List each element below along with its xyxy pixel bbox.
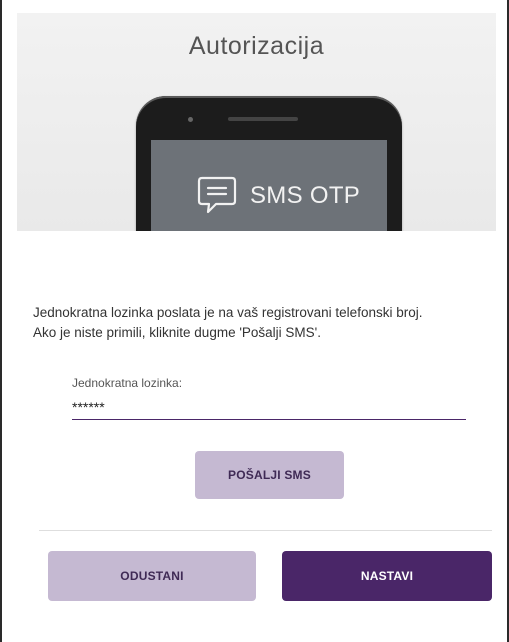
otp-field-label: Jednokratna lozinka:: [72, 376, 183, 390]
divider: [39, 530, 492, 531]
info-line-2: Ako je niste primili, kliknite dugme 'Po…: [33, 325, 322, 340]
phone-illustration: SMS OTP: [136, 96, 402, 231]
dialog-frame: Autorizacija SMS OTP Jednokratna lozinka…: [0, 0, 509, 642]
page-title: Autorizacija: [188, 32, 325, 60]
send-sms-button[interactable]: POŠALJI SMS: [195, 451, 344, 499]
phone-camera: [188, 117, 193, 122]
sms-otp-label: SMS OTP: [250, 182, 361, 209]
info-message: Jednokratna lozinka poslata je na vaš re…: [33, 303, 493, 343]
phone-screen: SMS OTP: [151, 140, 387, 231]
info-line-1: Jednokratna lozinka poslata je na vaš re…: [33, 305, 423, 320]
header-banner: Autorizacija SMS OTP: [17, 13, 496, 231]
phone-speaker: [228, 117, 298, 121]
otp-input[interactable]: [72, 394, 466, 420]
cancel-button[interactable]: ODUSTANI: [48, 551, 256, 601]
continue-button[interactable]: NASTAVI: [282, 551, 492, 601]
message-icon: [197, 176, 237, 214]
